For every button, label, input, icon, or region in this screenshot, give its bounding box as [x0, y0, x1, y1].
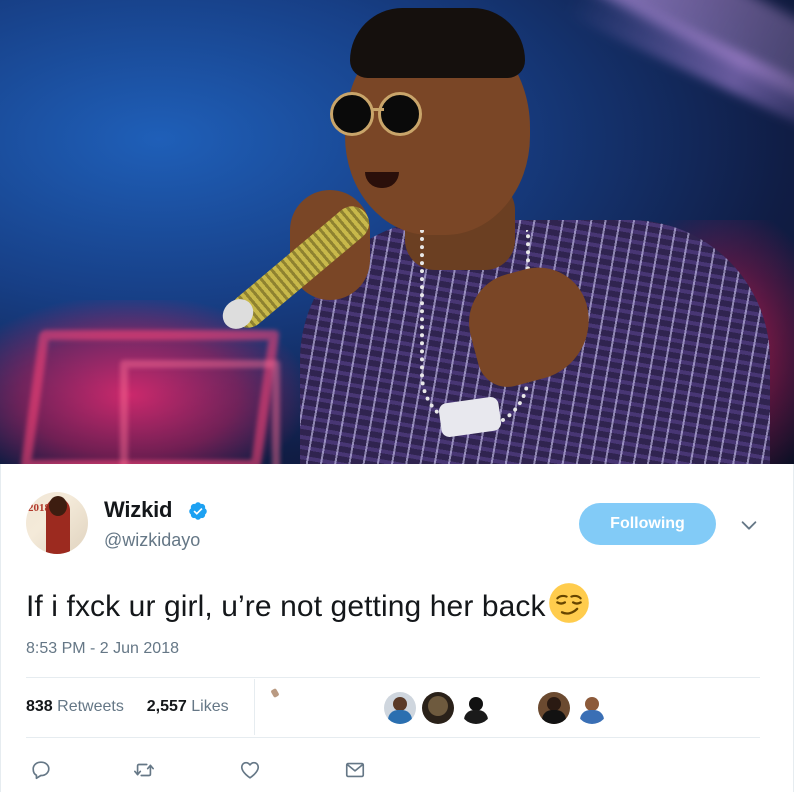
- retweets-label[interactable]: Retweets: [57, 698, 124, 715]
- tweet-timestamp[interactable]: 8:53 PM - 2 Jun 2018: [26, 640, 179, 658]
- tweet-text-content: If i fxck ur girl, u’re not getting her …: [26, 590, 546, 623]
- divider: [26, 737, 760, 738]
- liker-avatar[interactable]: [422, 692, 454, 724]
- author-handle[interactable]: @wizkidayo: [104, 530, 200, 551]
- author-name[interactable]: Wizkid: [104, 497, 172, 523]
- stats-separator: [254, 679, 255, 735]
- engagement-stats: 838 Retweets 2,557 Likes: [26, 698, 229, 716]
- sunglasses-bridge: [372, 108, 384, 111]
- reply-icon: [32, 761, 50, 780]
- direct-message-button[interactable]: [342, 757, 368, 783]
- reply-button[interactable]: [28, 757, 54, 783]
- stage-sign: [120, 360, 280, 464]
- tweet-text: If i fxck ur girl, u’re not getting her …: [26, 582, 590, 624]
- chevron-down-icon[interactable]: [738, 514, 760, 536]
- performer-hair: [350, 8, 525, 78]
- avatar-head: [49, 496, 67, 516]
- envelope-icon: [345, 762, 365, 778]
- likes-label[interactable]: Likes: [191, 698, 228, 715]
- following-button[interactable]: Following: [579, 503, 716, 545]
- avatar[interactable]: 2018 BR: [26, 492, 88, 554]
- tweet-photo[interactable]: [0, 0, 794, 464]
- sunglasses-lens: [330, 92, 374, 136]
- liker-avatar[interactable]: [576, 692, 608, 724]
- divider: [26, 677, 760, 678]
- verified-badge-icon: [189, 502, 207, 520]
- retweet-button[interactable]: [131, 757, 157, 783]
- sunglasses-lens: [378, 92, 422, 136]
- like-icon: [240, 761, 260, 779]
- retweets-count[interactable]: 838: [26, 698, 53, 715]
- likes-count[interactable]: 2,557: [147, 698, 187, 715]
- liker-avatar[interactable]: [384, 692, 416, 724]
- liker-avatar[interactable]: [460, 692, 492, 724]
- like-button[interactable]: [237, 757, 263, 783]
- smirking-face-icon: [548, 583, 589, 623]
- liker-avatar[interactable]: [538, 692, 570, 724]
- retweet-icon: [134, 763, 154, 777]
